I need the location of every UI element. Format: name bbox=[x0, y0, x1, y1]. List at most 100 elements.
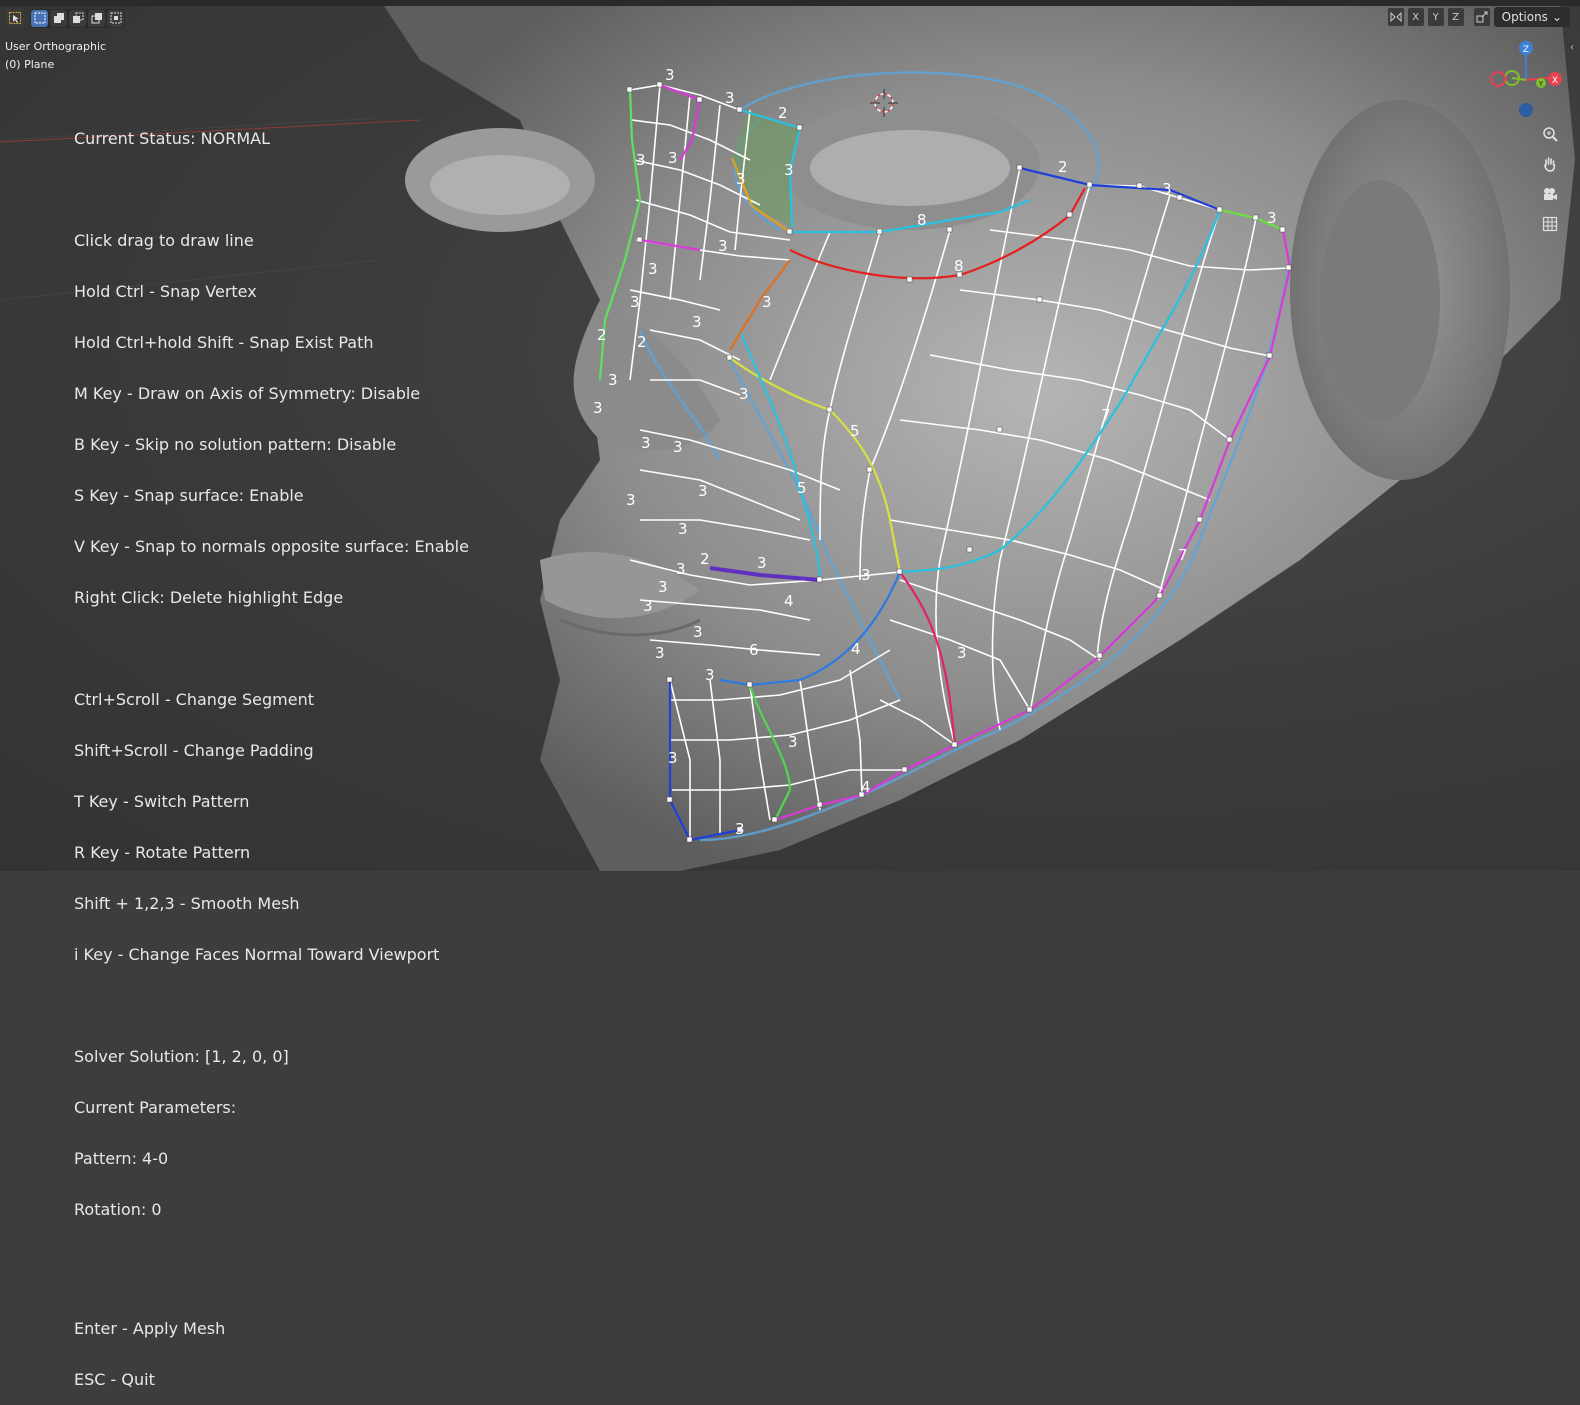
segment-label: 5 bbox=[797, 479, 807, 497]
mirror-x-button[interactable]: X bbox=[1407, 8, 1424, 26]
segment-label: 3 bbox=[1267, 209, 1277, 227]
segment-label: 3 bbox=[643, 597, 653, 615]
toggle-projection-button[interactable] bbox=[1538, 212, 1562, 236]
help-line: Click drag to draw line bbox=[74, 231, 254, 250]
view-name: User Orthographic bbox=[5, 40, 107, 53]
segment-label: 3 bbox=[658, 578, 668, 596]
control-line: Ctrl+Scroll - Change Segment bbox=[74, 690, 315, 709]
segment-label: 3 bbox=[693, 623, 703, 641]
segment-label: 3 bbox=[648, 260, 658, 278]
transform-icon bbox=[1476, 11, 1488, 23]
select-new-button[interactable] bbox=[31, 9, 48, 27]
control-line: Shift + 1,2,3 - Smooth Mesh bbox=[74, 894, 300, 913]
zoom-button[interactable] bbox=[1538, 122, 1562, 146]
segment-label: 3 bbox=[676, 560, 686, 578]
segment-label: 3 bbox=[655, 644, 665, 662]
zoom-icon bbox=[1543, 127, 1558, 142]
segment-label: 4 bbox=[851, 640, 861, 658]
segment-label: 3 bbox=[718, 237, 728, 255]
select-tool-button[interactable] bbox=[6, 9, 24, 27]
segment-label: 3 bbox=[739, 385, 749, 403]
top-header-strip bbox=[0, 0, 1580, 6]
segment-label: 4 bbox=[861, 778, 871, 796]
segment-label: 6 bbox=[749, 641, 759, 659]
select-intersect-icon bbox=[110, 12, 121, 24]
help-line: V Key - Snap to normals opposite surface… bbox=[74, 537, 469, 556]
segment-label: 2 bbox=[700, 550, 710, 568]
segment-label: 3 bbox=[757, 554, 767, 572]
grid-icon bbox=[1542, 216, 1558, 232]
control-line: Shift+Scroll - Change Padding bbox=[74, 741, 314, 760]
segment-label: 3 bbox=[957, 644, 967, 662]
segment-label: 3 bbox=[705, 666, 715, 684]
segment-label: 8 bbox=[917, 211, 927, 229]
segment-label: 8 bbox=[954, 257, 964, 275]
select-subtract-icon bbox=[72, 12, 83, 23]
hand-icon bbox=[1544, 157, 1556, 172]
pattern-text: Pattern: 4-0 bbox=[74, 1149, 169, 1168]
segment-label: 3 bbox=[678, 520, 688, 538]
mirror-toggle-button[interactable] bbox=[1387, 8, 1404, 26]
segment-label: 5 bbox=[850, 422, 860, 440]
segment-label: 3 bbox=[608, 371, 618, 389]
segment-label: 4 bbox=[784, 592, 794, 610]
transform-affect-button[interactable] bbox=[1473, 8, 1490, 26]
select-invert-button[interactable] bbox=[88, 9, 105, 27]
retopo-status-overlay: Current Status: NORMAL Click drag to dra… bbox=[74, 96, 469, 1405]
gizmo-neg-x-axis[interactable] bbox=[1490, 71, 1506, 87]
active-object-name: (0) Plane bbox=[5, 58, 55, 71]
gizmo-z-label: Z bbox=[1523, 45, 1529, 55]
viewport-header-left bbox=[6, 8, 125, 28]
help-line: M Key - Draw on Axis of Symmetry: Disabl… bbox=[74, 384, 421, 403]
gizmo-neg-z-axis[interactable] bbox=[1519, 103, 1533, 117]
segment-label: 7 bbox=[1178, 546, 1188, 564]
select-invert-icon bbox=[91, 13, 102, 24]
segment-label: 3 bbox=[593, 399, 603, 417]
segment-label: 3 bbox=[665, 66, 675, 84]
segment-label: 2 bbox=[1058, 158, 1068, 176]
gizmo-y-label: Y bbox=[1538, 80, 1544, 88]
segment-label: 3 bbox=[788, 733, 798, 751]
gizmo-x-label: X bbox=[1552, 76, 1558, 86]
viewport-header-right: X Y Z Options ⌄ bbox=[1387, 7, 1570, 27]
solver-solution-text: Solver Solution: [1, 2, 0, 0] bbox=[74, 1047, 289, 1066]
mirror-icon bbox=[1390, 11, 1402, 23]
segment-label: 3 bbox=[784, 161, 794, 179]
control-line: T Key - Switch Pattern bbox=[74, 792, 250, 811]
chevron-down-icon: ⌄ bbox=[1551, 10, 1562, 24]
segment-label: 3 bbox=[735, 820, 745, 838]
options-dropdown[interactable]: Options ⌄ bbox=[1493, 7, 1570, 27]
select-extend-icon bbox=[53, 13, 64, 23]
help-line: S Key - Snap surface: Enable bbox=[74, 486, 304, 505]
segment-label: 3 bbox=[736, 170, 746, 188]
segment-label: 3 bbox=[626, 491, 636, 509]
cursor-select-icon bbox=[9, 12, 21, 24]
segment-label: 3 bbox=[692, 313, 702, 331]
sidebar-toggle-button[interactable]: ‹ bbox=[1570, 42, 1580, 62]
segment-label: 3 bbox=[636, 151, 646, 169]
segment-label: 3 bbox=[762, 293, 772, 311]
current-parameters-text: Current Parameters: bbox=[74, 1098, 237, 1117]
current-status-text: Current Status: NORMAL bbox=[74, 129, 270, 148]
segment-label: 2 bbox=[637, 333, 647, 351]
select-extend-button[interactable] bbox=[50, 9, 67, 27]
rotation-text: Rotation: 0 bbox=[74, 1200, 162, 1219]
pan-button[interactable] bbox=[1538, 152, 1562, 176]
segment-label: 3 bbox=[668, 149, 678, 167]
segment-label: 3 bbox=[673, 438, 683, 456]
camera-view-button[interactable] bbox=[1538, 182, 1562, 206]
navigation-gizmo[interactable]: Z X Y bbox=[1488, 38, 1568, 128]
segment-label: 3 bbox=[861, 566, 871, 584]
select-new-icon bbox=[34, 12, 45, 24]
segment-label: 3 bbox=[641, 434, 651, 452]
select-subtract-button[interactable] bbox=[69, 9, 86, 27]
segment-label: 2 bbox=[778, 104, 788, 122]
select-intersect-button[interactable] bbox=[107, 9, 124, 27]
segment-label: 3 bbox=[668, 749, 678, 767]
segment-label: 3 bbox=[725, 89, 735, 107]
camera-icon bbox=[1544, 188, 1557, 200]
viewport-info: User Orthographic (0) Plane bbox=[5, 38, 106, 74]
mirror-z-button[interactable]: Z bbox=[1447, 8, 1464, 26]
options-label: Options bbox=[1501, 10, 1548, 24]
mirror-y-button[interactable]: Y bbox=[1427, 8, 1444, 26]
